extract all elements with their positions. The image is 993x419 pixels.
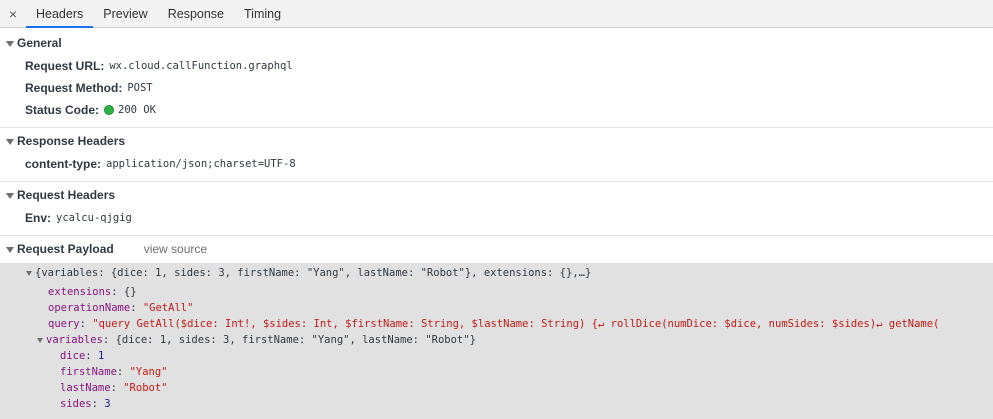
status-code-key: Status Code: (25, 103, 100, 117)
view-source-link[interactable]: view source (144, 242, 207, 256)
variables-key: variables (46, 334, 103, 346)
request-method-value: POST (127, 82, 153, 94)
expand-triangle-icon[interactable] (6, 192, 14, 199)
dice-key: dice (60, 350, 86, 362)
collapse-triangle-icon[interactable] (37, 337, 43, 343)
tab-bar: × Headers Preview Response Timing (0, 0, 993, 28)
first-name-value: "Yang" (129, 366, 168, 378)
env-key: Env: (25, 211, 52, 225)
request-method-row: Request Method: POST (25, 80, 153, 96)
operation-name-key: operationName (48, 302, 131, 314)
operation-name-value: "GetAll" (142, 302, 194, 314)
expand-triangle-icon[interactable] (6, 40, 14, 47)
tree-item-sides: sides: 3 (60, 398, 111, 410)
env-value: ycalcu-qjgig (56, 212, 132, 224)
request-payload-header[interactable]: Request Payload view source (6, 240, 207, 258)
sides-key: sides (60, 398, 92, 410)
tree-item-first-name: firstName: "Yang" (60, 366, 168, 378)
payload-root[interactable]: {variables: {dice: 1, sides: 3, firstNam… (26, 265, 591, 281)
expand-triangle-icon[interactable] (6, 138, 14, 145)
content-type-row: content-type: application/json;charset=U… (25, 156, 296, 172)
variables-summary: {dice: 1, sides: 3, firstName: "Yang", l… (115, 334, 476, 346)
first-name-key: firstName (60, 366, 117, 378)
close-icon[interactable]: × (0, 0, 26, 27)
tree-item-dice: dice: 1 (60, 350, 105, 362)
query-value: "query GetAll($dice: Int!, $sides: Int, … (92, 318, 940, 330)
request-url-key: Request URL: (25, 59, 105, 73)
last-name-value: "Robot" (123, 382, 168, 394)
tree-item-query: query: "query GetAll($dice: Int!, $sides… (48, 318, 940, 330)
response-headers-title: Response Headers (17, 134, 126, 148)
request-headers-title: Request Headers (17, 188, 116, 202)
tree-item-variables[interactable]: variables: {dice: 1, sides: 3, firstName… (37, 332, 476, 348)
tree-item-extensions: extensions: {} (48, 286, 137, 298)
request-url-row: Request URL: wx.cloud.callFunction.graph… (25, 58, 293, 74)
status-code-value: 200 OK (118, 104, 156, 116)
tree-item-operation-name: operationName: "GetAll" (48, 302, 194, 314)
response-headers-section: Response Headers content-type: applicati… (0, 132, 993, 182)
request-method-key: Request Method: (25, 81, 123, 95)
extensions-value: {} (123, 286, 137, 298)
tab-timing[interactable]: Timing (234, 0, 291, 27)
tree-item-last-name: lastName: "Robot" (60, 382, 168, 394)
dice-value: 1 (97, 350, 105, 362)
env-row: Env: ycalcu-qjgig (25, 210, 132, 226)
tab-preview[interactable]: Preview (93, 0, 157, 27)
status-ok-icon (104, 105, 115, 115)
extensions-key: extensions (48, 286, 112, 298)
query-key: query (48, 318, 80, 330)
tab-response[interactable]: Response (158, 0, 234, 27)
tab-headers[interactable]: Headers (26, 0, 94, 28)
general-title: General (17, 36, 62, 50)
sides-value: 3 (104, 398, 111, 410)
general-section: General Request URL: wx.cloud.callFuncti… (0, 34, 993, 128)
collapse-triangle-icon[interactable] (26, 270, 32, 276)
request-headers-header[interactable]: Request Headers (6, 186, 115, 204)
response-headers-header[interactable]: Response Headers (6, 132, 125, 150)
content-type-value: application/json;charset=UTF-8 (106, 158, 296, 170)
payload-tree: {variables: {dice: 1, sides: 3, firstNam… (0, 263, 993, 419)
expand-triangle-icon[interactable] (6, 246, 14, 253)
general-header[interactable]: General (6, 34, 62, 52)
last-name-key: lastName (60, 382, 111, 394)
request-url-value: wx.cloud.callFunction.graphql (109, 60, 293, 72)
content-type-key: content-type: (25, 157, 101, 171)
request-payload-title: Request Payload (17, 242, 114, 256)
payload-summary: {variables: {dice: 1, sides: 3, firstNam… (35, 267, 592, 279)
request-headers-section: Request Headers Env: ycalcu-qjgig (0, 186, 993, 236)
status-code-row: Status Code: 200 OK (25, 102, 156, 118)
